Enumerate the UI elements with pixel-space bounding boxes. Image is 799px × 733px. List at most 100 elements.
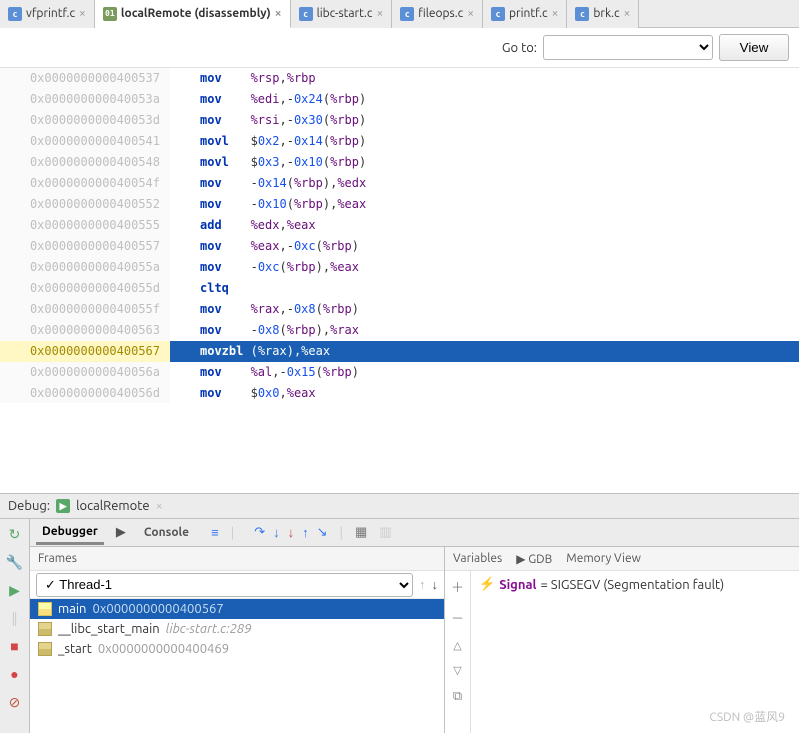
layout-icon[interactable]: ▥ xyxy=(379,525,391,540)
goto-input[interactable] xyxy=(543,35,713,60)
instruction: mov %rsi,-0x30(%rbp) xyxy=(170,110,799,131)
disasm-line[interactable]: 0x0000000000400552mov -0x10(%rbp),%eax xyxy=(0,194,799,215)
lightning-icon: ⚡ xyxy=(479,577,495,592)
vars-side-strip: ＋ － △ ▽ ⧉ xyxy=(445,571,471,733)
breakpoints-icon[interactable]: ● xyxy=(6,665,24,683)
tab-console[interactable]: Console xyxy=(138,522,195,543)
tab-label: vfprintf.c xyxy=(26,7,75,20)
disasm-line[interactable]: 0x000000000040053dmov %rsi,-0x30(%rbp) xyxy=(0,110,799,131)
tab-label: printf.c xyxy=(509,7,548,20)
address: 0x0000000000400567 xyxy=(0,341,170,362)
disasm-line[interactable]: 0x0000000000400537mov %rsp,%rbp xyxy=(0,68,799,89)
close-icon[interactable]: × xyxy=(376,7,383,20)
disasm-line[interactable]: 0x0000000000400557mov %eax,-0xc(%rbp) xyxy=(0,236,799,257)
run-to-cursor-icon[interactable]: ↘ xyxy=(317,525,328,540)
address: 0x000000000040053a xyxy=(0,89,170,110)
tab-debugger[interactable]: Debugger xyxy=(36,521,104,545)
close-icon[interactable]: × xyxy=(624,7,631,20)
add-watch-icon[interactable]: ＋ xyxy=(451,577,464,596)
next-frame-icon[interactable]: ↓ xyxy=(432,577,439,592)
stack-frame-icon xyxy=(38,622,52,636)
view-button[interactable]: View xyxy=(719,34,789,61)
tab-label: fileops.c xyxy=(418,7,463,20)
disasm-line[interactable]: 0x000000000040055amov -0xc(%rbp),%eax xyxy=(0,257,799,278)
tab-vfprintf-c[interactable]: cvfprintf.c× xyxy=(0,0,95,28)
address: 0x0000000000400548 xyxy=(0,152,170,173)
disasm-line[interactable]: 0x000000000040055fmov %rax,-0x8(%rbp) xyxy=(0,299,799,320)
close-icon[interactable]: × xyxy=(467,7,474,20)
resume-icon[interactable]: ▶ xyxy=(6,581,24,599)
tab-label: brk.c xyxy=(593,7,619,20)
frame-item-_start[interactable]: _start 0x0000000000400469 xyxy=(30,639,444,659)
copy-icon[interactable]: ⧉ xyxy=(453,689,462,704)
rerun-icon[interactable]: ↻ xyxy=(6,525,24,543)
disasm-file-icon: 01 xyxy=(103,7,117,21)
address: 0x000000000040054f xyxy=(0,173,170,194)
instruction: mov -0x14(%rbp),%edx xyxy=(170,173,799,194)
address: 0x000000000040053d xyxy=(0,110,170,131)
disasm-line[interactable]: 0x000000000040054fmov -0x14(%rbp),%edx xyxy=(0,173,799,194)
tab-localremote-disassembly-[interactable]: 01localRemote (disassembly)× xyxy=(95,0,291,28)
tab-fileops-c[interactable]: c fileops.c × xyxy=(392,0,483,28)
instruction: cltq xyxy=(170,278,799,299)
editor-tabs: cvfprintf.c×01localRemote (disassembly)×… xyxy=(0,0,799,28)
disasm-line[interactable]: 0x000000000040055dcltq xyxy=(0,278,799,299)
step-into-icon[interactable]: ↓ xyxy=(273,525,280,540)
frame-list[interactable]: main 0x0000000000400567__libc_start_main… xyxy=(30,599,444,733)
frame-detail: libc-start.c:289 xyxy=(166,622,252,636)
tab-printf-c[interactable]: cprintf.c× xyxy=(483,0,567,28)
close-icon[interactable]: × xyxy=(156,499,163,513)
step-over-icon[interactable]: ↷ xyxy=(254,525,265,540)
tab-brk-c[interactable]: cbrk.c× xyxy=(567,0,639,28)
settings-icon[interactable]: 🔧 xyxy=(6,553,24,571)
frame-name: __libc_start_main xyxy=(58,622,160,636)
instruction: mov -0x8(%rbp),%rax xyxy=(170,320,799,341)
disasm-line[interactable]: 0x0000000000400567movzbl (%rax),%eax xyxy=(0,341,799,362)
watermark: CSDN @蓝风9 xyxy=(709,708,785,725)
debug-label: Debug: xyxy=(8,499,50,513)
variables-header: Variables ▶ GDB Memory View xyxy=(445,547,799,571)
goto-label: Go to: xyxy=(502,41,537,55)
force-step-into-icon[interactable]: ↓ xyxy=(288,525,295,540)
signal-name: Signal xyxy=(499,578,536,592)
address: 0x000000000040056d xyxy=(0,383,170,403)
disasm-line[interactable]: 0x000000000040056dmov $0x0,%eax xyxy=(0,383,799,403)
address: 0x0000000000400552 xyxy=(0,194,170,215)
prev-frame-icon[interactable]: ↑ xyxy=(419,577,426,592)
pause-icon[interactable]: ∥ xyxy=(6,609,24,627)
disasm-line[interactable]: 0x0000000000400563mov -0x8(%rbp),%rax xyxy=(0,320,799,341)
disassembly-view[interactable]: 0x0000000000400537mov %rsp,%rbp0x0000000… xyxy=(0,68,799,403)
signal-row[interactable]: ⚡ Signal = SIGSEGV (Segmentation fault) xyxy=(479,577,791,592)
debug-config-name: localRemote xyxy=(76,499,149,513)
signal-value: = SIGSEGV (Segmentation fault) xyxy=(540,578,724,592)
debug-toolwindow-bar[interactable]: Debug: ▶ localRemote × xyxy=(0,493,799,519)
remove-watch-icon[interactable]: － xyxy=(451,608,464,627)
frame-item-__libc_start_main[interactable]: __libc_start_main libc-start.c:289 xyxy=(30,619,444,639)
thread-selector[interactable]: ✓ Thread-1 xyxy=(36,573,413,597)
disasm-line[interactable]: 0x000000000040056amov %al,-0x15(%rbp) xyxy=(0,362,799,383)
evaluate-icon[interactable]: ▦ xyxy=(355,525,367,540)
address: 0x000000000040055a xyxy=(0,257,170,278)
address: 0x000000000040056a xyxy=(0,362,170,383)
tab-libc-start-c[interactable]: clibc-start.c× xyxy=(291,0,393,28)
down-icon[interactable]: ▽ xyxy=(453,664,461,677)
address: 0x0000000000400563 xyxy=(0,320,170,341)
c-file-icon: c xyxy=(400,7,414,21)
frame-detail: 0x0000000000400469 xyxy=(98,642,229,656)
disasm-line[interactable]: 0x000000000040053amov %edi,-0x24(%rbp) xyxy=(0,89,799,110)
mute-bp-icon[interactable]: ⊘ xyxy=(6,693,24,711)
disasm-line[interactable]: 0x0000000000400541movl $0x2,-0x14(%rbp) xyxy=(0,131,799,152)
close-icon[interactable]: × xyxy=(275,7,282,20)
stop-icon[interactable]: ■ xyxy=(6,637,24,655)
disasm-line[interactable]: 0x0000000000400548movl $0x3,-0x10(%rbp) xyxy=(0,152,799,173)
address: 0x0000000000400541 xyxy=(0,131,170,152)
step-out-icon[interactable]: ↑ xyxy=(302,525,309,540)
close-icon[interactable]: × xyxy=(79,7,86,20)
close-icon[interactable]: × xyxy=(552,7,559,20)
frame-item-main[interactable]: main 0x0000000000400567 xyxy=(30,599,444,619)
instruction: movl $0x2,-0x14(%rbp) xyxy=(170,131,799,152)
threads-icon[interactable]: ≡ xyxy=(211,525,219,540)
address: 0x000000000040055f xyxy=(0,299,170,320)
up-icon[interactable]: △ xyxy=(453,639,461,652)
disasm-line[interactable]: 0x0000000000400555add %edx,%eax xyxy=(0,215,799,236)
